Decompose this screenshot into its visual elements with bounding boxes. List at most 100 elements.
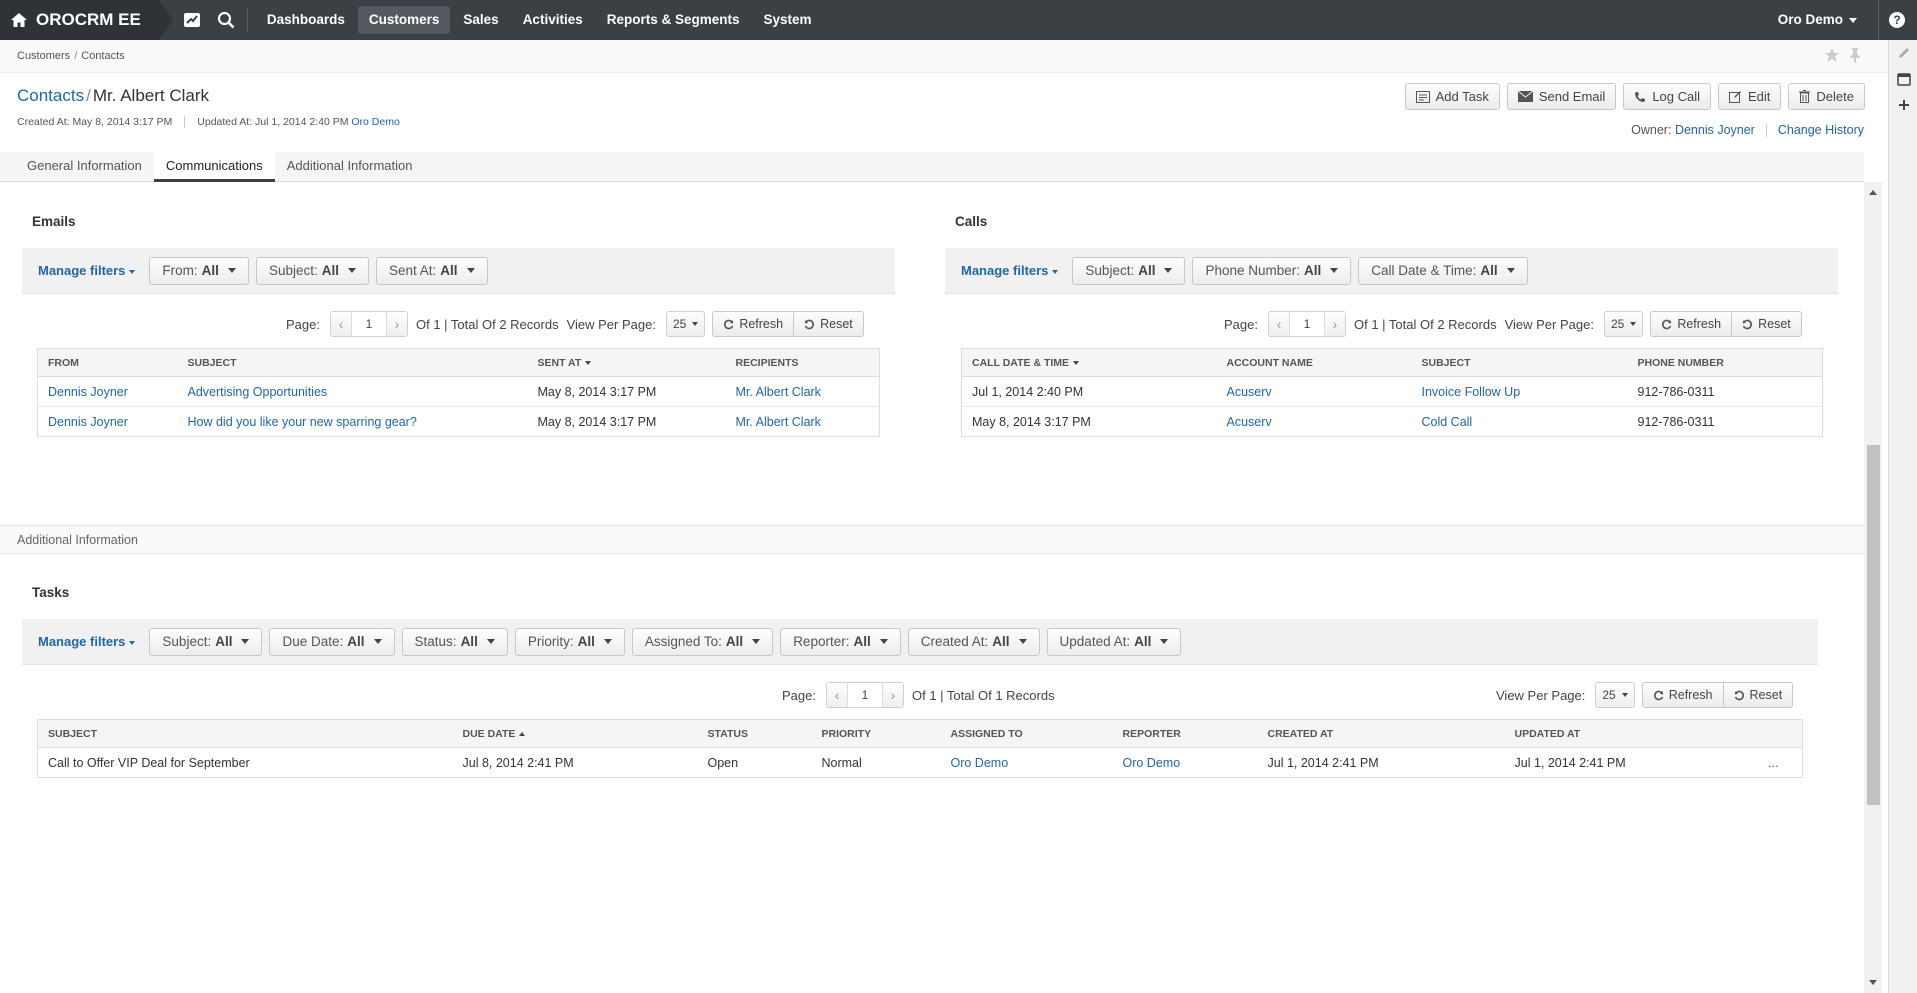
filter-due-date[interactable]: Due Date: All: [269, 627, 395, 656]
filter-phone-number[interactable]: Phone Number: All: [1192, 256, 1352, 285]
email-recipient-link[interactable]: Mr. Albert Clark: [736, 415, 821, 429]
scroll-down-icon[interactable]: [1869, 980, 1877, 985]
col-priority[interactable]: Priority: [811, 719, 941, 748]
favorite-star-icon[interactable]: [1824, 47, 1840, 63]
filter-from[interactable]: From: All: [149, 256, 249, 285]
refresh-button[interactable]: Refresh: [1643, 683, 1723, 707]
col-subject[interactable]: Subject: [177, 348, 528, 377]
col-subject[interactable]: Subject: [37, 719, 453, 748]
table-row[interactable]: Dennis Joyner How did you like your new …: [38, 407, 880, 437]
prev-page-icon[interactable]: ‹: [826, 683, 847, 707]
col-updated-at[interactable]: Updated At: [1504, 719, 1745, 748]
col-due-date[interactable]: Due Date: [452, 719, 698, 748]
reset-button[interactable]: Reset: [793, 312, 863, 336]
filter-subject[interactable]: Subject: All: [255, 256, 369, 285]
page-input[interactable]: 1: [1288, 312, 1325, 336]
col-phone-number[interactable]: Phone Number: [1627, 348, 1823, 377]
filter-priority[interactable]: Priority: All: [514, 627, 625, 656]
filter-sent-at[interactable]: Sent At: All: [375, 256, 488, 285]
sidebar-toggle[interactable]: [1889, 40, 1917, 66]
updated-by-link[interactable]: Oro Demo: [351, 116, 399, 128]
per-page-select[interactable]: 25: [1595, 682, 1635, 708]
col-account-name[interactable]: Account Name: [1216, 348, 1412, 377]
nav-dashboards[interactable]: Dashboards: [256, 6, 356, 34]
col-created-at[interactable]: Created At: [1257, 719, 1505, 748]
col-assigned-to[interactable]: Assigned To: [940, 719, 1113, 748]
call-subject-link[interactable]: Cold Call: [1422, 415, 1473, 429]
reset-button[interactable]: Reset: [1731, 312, 1801, 336]
user-menu[interactable]: Oro Demo: [1778, 0, 1857, 40]
refresh-button[interactable]: Refresh: [713, 312, 793, 336]
col-call-date-time[interactable]: Call Date & Time: [961, 348, 1217, 377]
delete-button[interactable]: Delete: [1788, 83, 1865, 110]
add-task-button[interactable]: Add Task: [1404, 83, 1500, 110]
filter-subject[interactable]: Subject: All: [149, 627, 263, 656]
per-page-select[interactable]: 25: [1603, 311, 1644, 337]
prev-page-icon[interactable]: ‹: [1268, 312, 1289, 336]
refresh-button[interactable]: Refresh: [1651, 312, 1731, 336]
email-subject-link[interactable]: Advertising Opportunities: [188, 385, 328, 399]
nav-reports-segments[interactable]: Reports & Segments: [596, 6, 751, 34]
tab-additional-information[interactable]: Additional Information: [275, 152, 425, 182]
help-icon[interactable]: ?: [1889, 12, 1905, 28]
filter-created-at[interactable]: Created At: All: [907, 627, 1040, 656]
col-status[interactable]: Status: [697, 719, 812, 748]
history-icon[interactable]: [183, 12, 201, 28]
log-call-button[interactable]: Log Call: [1623, 83, 1712, 110]
nav-customers[interactable]: Customers: [357, 6, 451, 34]
scroll-up-icon[interactable]: [1869, 190, 1877, 195]
task-reporter-link[interactable]: Oro Demo: [1123, 756, 1181, 770]
filter-status[interactable]: Status: All: [401, 627, 508, 656]
change-history-link[interactable]: Change History: [1778, 123, 1864, 137]
app-logo[interactable]: OROCRM EE: [0, 0, 173, 40]
task-assigned-to-link[interactable]: Oro Demo: [951, 756, 1009, 770]
tasks-manage-filters[interactable]: Manage filters: [38, 634, 136, 649]
col-reporter[interactable]: Reporter: [1112, 719, 1258, 748]
col-from[interactable]: From: [37, 348, 178, 377]
next-page-icon[interactable]: ›: [1324, 312, 1345, 336]
nav-sales[interactable]: Sales: [452, 6, 509, 34]
email-from-link[interactable]: Dennis Joyner: [48, 385, 128, 399]
next-page-icon[interactable]: ›: [882, 683, 903, 707]
tab-general-information[interactable]: General Information: [15, 152, 154, 182]
col-subject[interactable]: Subject: [1411, 348, 1628, 377]
reset-button[interactable]: Reset: [1722, 683, 1793, 707]
page-input[interactable]: 1: [846, 683, 883, 707]
filter-assigned-to[interactable]: Assigned To: All: [631, 627, 774, 656]
nav-system[interactable]: System: [753, 6, 823, 34]
sidebar-widget[interactable]: [1889, 66, 1917, 92]
scrollbar-thumb[interactable]: [1867, 445, 1880, 805]
vertical-scrollbar[interactable]: [1864, 182, 1882, 993]
email-recipient-link[interactable]: Mr. Albert Clark: [736, 385, 821, 399]
filter-subject[interactable]: Subject: All: [1072, 256, 1186, 285]
send-email-button[interactable]: Send Email: [1506, 83, 1617, 110]
owner-link[interactable]: Dennis Joyner: [1675, 123, 1755, 137]
search-icon[interactable]: [217, 11, 235, 29]
email-subject-link[interactable]: How did you like your new sparring gear?: [188, 415, 417, 429]
calls-manage-filters[interactable]: Manage filters: [961, 263, 1059, 278]
emails-manage-filters[interactable]: Manage filters: [38, 263, 136, 278]
nav-activities[interactable]: Activities: [512, 6, 594, 34]
call-account-link[interactable]: Acuserv: [1227, 415, 1272, 429]
edit-button[interactable]: Edit: [1718, 83, 1782, 110]
col-sent-at[interactable]: Sent At: [527, 348, 726, 377]
row-actions-menu[interactable]: ...: [1745, 748, 1803, 778]
filter-reporter[interactable]: Reporter: All: [780, 627, 901, 656]
per-page-select[interactable]: 25: [665, 311, 706, 337]
filter-call-date-time[interactable]: Call Date & Time: All: [1358, 256, 1528, 285]
table-row[interactable]: May 8, 2014 3:17 PM Acuserv Cold Call 91…: [962, 407, 1823, 437]
col-recipients[interactable]: Recipients: [725, 348, 880, 377]
table-row[interactable]: Call to Offer VIP Deal for September Jul…: [38, 748, 1803, 778]
pin-icon[interactable]: [1848, 47, 1862, 63]
next-page-icon[interactable]: ›: [386, 312, 407, 336]
email-from-link[interactable]: Dennis Joyner: [48, 415, 128, 429]
filter-updated-at[interactable]: Updated At: All: [1046, 627, 1182, 656]
prev-page-icon[interactable]: ‹: [330, 312, 351, 336]
page-input[interactable]: 1: [350, 312, 387, 336]
table-row[interactable]: Jul 1, 2014 2:40 PM Acuserv Invoice Foll…: [961, 376, 1823, 407]
table-row[interactable]: Dennis Joyner Advertising Opportunities …: [37, 376, 880, 407]
call-account-link[interactable]: Acuserv: [1227, 385, 1272, 399]
sidebar-add[interactable]: [1889, 92, 1917, 118]
title-breadcrumb-link[interactable]: Contacts: [17, 86, 84, 105]
tab-communications[interactable]: Communications: [153, 152, 275, 182]
